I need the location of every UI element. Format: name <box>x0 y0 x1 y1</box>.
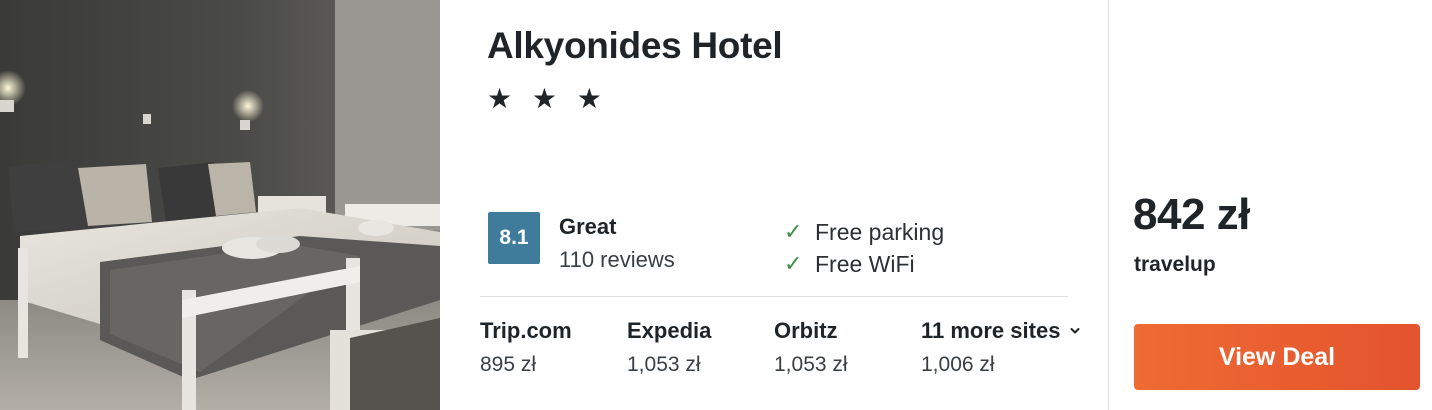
check-icon: ✓ <box>784 219 803 244</box>
amenity-item: ✓ Free WiFi <box>784 248 944 280</box>
site-name: Orbitz <box>774 318 838 343</box>
hotel-photo[interactable] <box>0 0 440 410</box>
site-price: 895 zł <box>480 353 537 376</box>
amenity-label: Free WiFi <box>815 250 915 277</box>
star-rating: ★ ★ ★ <box>487 83 608 114</box>
amenity-item: ✓ Free parking <box>784 216 944 248</box>
best-deal-panel: 842 zł travelup View Deal <box>1109 0 1432 410</box>
rating-label: Great <box>559 214 617 239</box>
site-price: 1,053 zł <box>774 353 848 376</box>
deal-provider: travelup <box>1134 253 1216 276</box>
divider <box>480 296 1068 297</box>
hotel-name[interactable]: Alkyonides Hotel <box>487 25 783 67</box>
more-sites-dropdown[interactable]: 11 more sites 1,006 zł <box>921 318 1080 377</box>
deal-price: 842 zł <box>1133 190 1250 239</box>
site-price-expedia[interactable]: Expedia 1,053 zł <box>627 318 711 377</box>
site-price: 1,006 zł <box>921 353 995 376</box>
chevron-down-icon <box>1070 328 1080 334</box>
site-name: Expedia <box>627 318 712 343</box>
hotel-details: Alkyonides Hotel ★ ★ ★ 8.1 Great 110 rev… <box>440 0 1108 410</box>
view-deal-button[interactable]: View Deal <box>1134 324 1420 390</box>
other-sites-prices: Trip.com 895 zł Expedia 1,053 zł Orbitz … <box>480 318 1120 388</box>
hotel-result-card: Alkyonides Hotel ★ ★ ★ 8.1 Great 110 rev… <box>0 0 1432 410</box>
review-count[interactable]: 110 reviews <box>559 247 675 273</box>
site-price-orbitz[interactable]: Orbitz 1,053 zł <box>774 318 848 377</box>
more-sites-text: 11 more sites <box>921 318 1061 343</box>
site-name: Trip.com <box>480 318 572 343</box>
amenity-label: Free parking <box>815 218 945 245</box>
more-sites-label: 11 more sites <box>921 318 1080 344</box>
rating-score-badge: 8.1 <box>488 212 540 264</box>
amenity-list: ✓ Free parking ✓ Free WiFi <box>784 216 944 280</box>
site-price-trip-com[interactable]: Trip.com 895 zł <box>480 318 572 377</box>
hotel-room-photo <box>0 0 440 410</box>
check-icon: ✓ <box>784 251 803 276</box>
site-price: 1,053 zł <box>627 353 701 376</box>
